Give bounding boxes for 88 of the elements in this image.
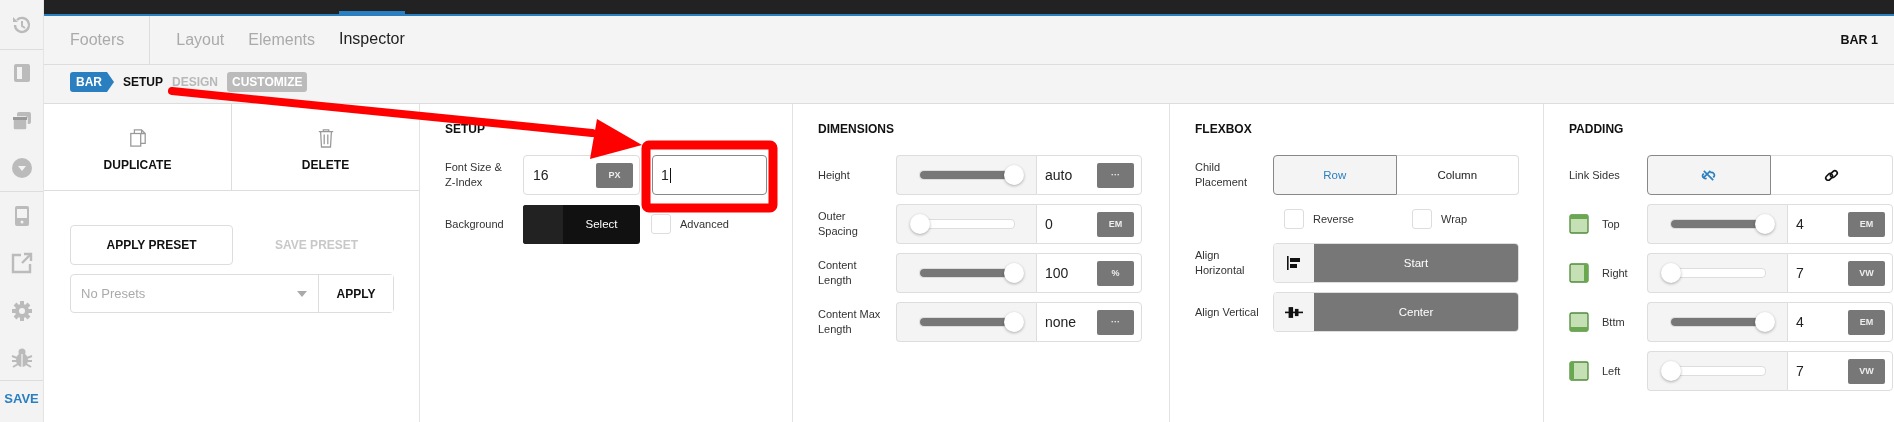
- value-field[interactable]: 4 EM: [1787, 204, 1893, 244]
- field-label: Bttm: [1602, 314, 1625, 330]
- padding-side-icon: [1569, 312, 1589, 332]
- element-badge[interactable]: BAR: [70, 72, 114, 92]
- slider-thumb[interactable]: [909, 214, 930, 234]
- value-field[interactable]: 0 EM: [1036, 204, 1142, 244]
- slider[interactable]: [1647, 351, 1787, 391]
- align-control[interactable]: Center: [1273, 292, 1519, 332]
- field-label: Align Vertical: [1195, 304, 1259, 320]
- bug-icon[interactable]: [9, 346, 34, 371]
- unit-button[interactable]: ···: [1097, 309, 1134, 335]
- value-field[interactable]: auto ···: [1036, 155, 1142, 195]
- slider-thumb[interactable]: [1660, 263, 1681, 283]
- settings-icon[interactable]: [9, 298, 34, 323]
- field-label: Content Max Length: [818, 307, 882, 337]
- save-button[interactable]: SAVE: [4, 391, 39, 406]
- field-label: Align Horizontal: [1195, 248, 1246, 278]
- chevron-circle-icon[interactable]: [9, 155, 34, 180]
- slider[interactable]: [896, 204, 1036, 244]
- slider-thumb[interactable]: [1660, 361, 1681, 381]
- checkbox-label: Reverse: [1313, 213, 1354, 225]
- z-index-field[interactable]: 1: [652, 155, 767, 195]
- align-control[interactable]: Start: [1273, 243, 1519, 283]
- field-label: Left: [1602, 363, 1621, 379]
- field-label: Child Placement: [1195, 160, 1248, 190]
- slider-thumb[interactable]: [1003, 312, 1024, 332]
- align-select-button[interactable]: Start: [1314, 244, 1518, 282]
- field-label: Right: [1602, 265, 1628, 281]
- link-button[interactable]: [1770, 155, 1893, 195]
- unit-button[interactable]: PX: [596, 162, 633, 188]
- value-field[interactable]: 7 VW: [1787, 351, 1893, 391]
- section-heading: FLEXBOX: [1195, 122, 1253, 138]
- unit-button[interactable]: EM: [1848, 309, 1885, 335]
- padding-side-icon: [1569, 361, 1589, 381]
- field-label: Font Size & Z-Index: [445, 160, 503, 190]
- slider[interactable]: [1647, 204, 1787, 244]
- slider[interactable]: [1647, 253, 1787, 293]
- unit-button[interactable]: EM: [1097, 211, 1134, 237]
- segment-button[interactable]: Column: [1396, 155, 1519, 195]
- slider-thumb[interactable]: [1754, 312, 1775, 332]
- align-center-icon: [1285, 304, 1303, 320]
- trash-icon: [316, 128, 335, 148]
- breadcrumb-step[interactable]: SETUP: [123, 75, 163, 89]
- font-size-field[interactable]: 16 PX: [523, 155, 640, 195]
- unit-button[interactable]: %: [1097, 260, 1134, 286]
- slider[interactable]: [896, 155, 1036, 195]
- segment-button[interactable]: Row: [1273, 155, 1397, 195]
- value-field[interactable]: 100 %: [1036, 253, 1142, 293]
- checkbox[interactable]: [1284, 209, 1304, 229]
- slider-thumb[interactable]: [1754, 214, 1775, 234]
- unlink-button[interactable]: [1647, 155, 1771, 195]
- external-link-icon[interactable]: [9, 251, 34, 276]
- checkbox[interactable]: [651, 214, 671, 234]
- field-label: Outer Spacing: [818, 209, 859, 239]
- padding-side-icon: [1569, 214, 1589, 234]
- section-heading: PADDING: [1569, 122, 1625, 138]
- link-icon: [1823, 167, 1839, 183]
- field-label: Link Sides: [1569, 167, 1621, 183]
- checkbox-label: Wrap: [1441, 213, 1468, 225]
- slider[interactable]: [896, 302, 1036, 342]
- unit-button[interactable]: VW: [1848, 260, 1885, 286]
- unit-button[interactable]: EM: [1848, 211, 1885, 237]
- value-field[interactable]: 4 EM: [1787, 302, 1893, 342]
- text-cursor: [669, 167, 671, 183]
- slider[interactable]: [896, 253, 1036, 293]
- slider[interactable]: [1647, 302, 1787, 342]
- value-field[interactable]: none ···: [1036, 302, 1142, 342]
- slider-thumb[interactable]: [1003, 263, 1024, 283]
- field-label: Background: [445, 216, 505, 232]
- checkbox[interactable]: [1412, 209, 1432, 229]
- value-field[interactable]: 7 VW: [1787, 253, 1893, 293]
- checkbox-label: Advanced: [680, 218, 729, 230]
- slider-thumb[interactable]: [1003, 165, 1024, 185]
- section-heading: DIMENSIONS: [818, 122, 895, 138]
- broken-link-icon: [1701, 167, 1717, 183]
- unit-button[interactable]: ···: [1097, 162, 1134, 188]
- field-label: Content Length: [818, 258, 858, 288]
- field-label: Height: [818, 167, 851, 183]
- context-title: BAR 1: [1840, 33, 1878, 47]
- field-label: Top: [1602, 216, 1620, 232]
- apply-preset-button[interactable]: APPLY PRESET: [70, 225, 233, 265]
- padding-side-icon: [1569, 263, 1589, 283]
- align-select-button[interactable]: Center: [1314, 293, 1518, 331]
- caret-icon: [297, 290, 307, 297]
- background-select-button[interactable]: Select: [523, 204, 640, 244]
- unit-button[interactable]: VW: [1848, 358, 1885, 384]
- align-left-icon: [1286, 255, 1302, 271]
- copy-icon: [128, 128, 147, 148]
